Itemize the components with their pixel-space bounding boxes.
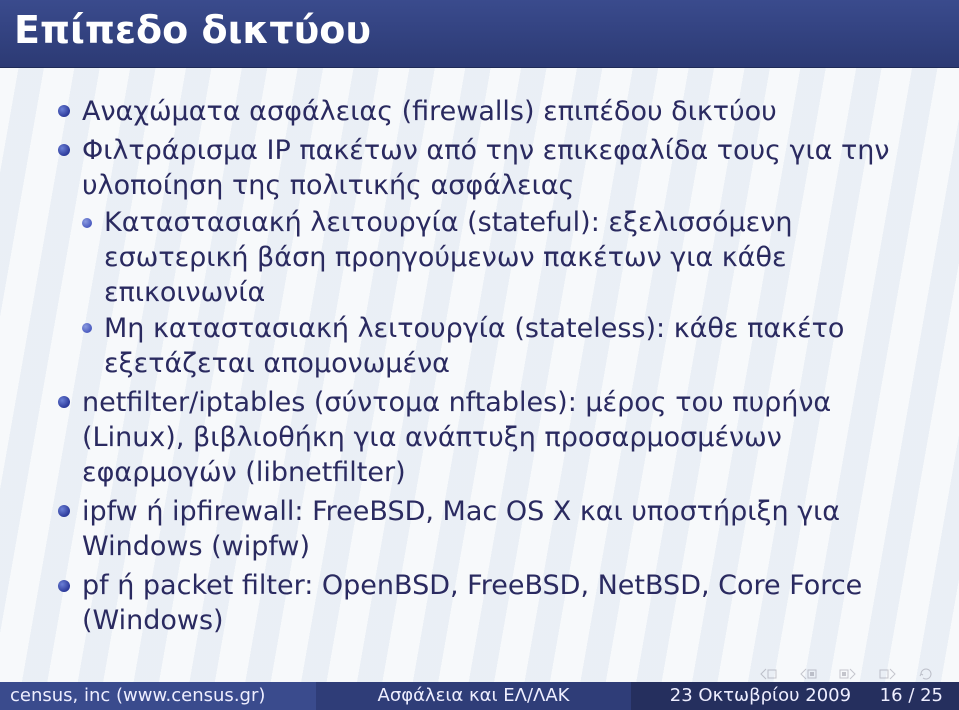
- bullet-text: ipfw ή ipfirewall: FreeBSD, Mac OS X και…: [82, 496, 840, 562]
- sub-bullet-item: Μη καταστασιακή λειτουργία (stateless): …: [82, 311, 923, 381]
- footer-right: 23 Οκτωβρίου 2009 16 / 25: [631, 682, 959, 710]
- bullet-item: Αναχώματα ασφάλειας (firewalls) επιπέδου…: [58, 94, 923, 129]
- sub-bullet-text: Καταστασιακή λειτουργία (stateful): εξελ…: [104, 207, 792, 308]
- footer-title: Ασφάλεια και ΕΛ/ΛΑΚ: [316, 682, 632, 710]
- bullet-list: Αναχώματα ασφάλειας (firewalls) επιπέδου…: [58, 94, 923, 638]
- beamer-nav: [759, 668, 933, 680]
- page-current: 16: [880, 685, 903, 706]
- bullet-text: Φιλτράρισμα IP πακέτων από την επικεφαλί…: [82, 135, 890, 201]
- nav-next-section-icon[interactable]: [839, 668, 857, 680]
- sub-bullet-item: Καταστασιακή λειτουργία (stateful): εξελ…: [82, 205, 923, 310]
- nav-refresh-icon[interactable]: [919, 668, 933, 680]
- bullet-item: ipfw ή ipfirewall: FreeBSD, Mac OS X και…: [58, 494, 923, 564]
- bullet-text: pf ή packet filter: OpenBSD, FreeBSD, Ne…: [82, 570, 862, 636]
- sub-bullet-text: Μη καταστασιακή λειτουργία (stateless): …: [104, 313, 844, 379]
- slide-body: Αναχώματα ασφάλειας (firewalls) επιπέδου…: [0, 68, 959, 638]
- nav-prev-section-icon[interactable]: [799, 668, 817, 680]
- footer: census, inc (www.census.gr) Ασφάλεια και…: [0, 682, 959, 710]
- page-sep: /: [908, 685, 920, 706]
- footer-author: census, inc (www.census.gr): [0, 682, 316, 710]
- bullet-text: Αναχώματα ασφάλειας (firewalls) επιπέδου…: [82, 96, 777, 127]
- bullet-text: netfilter/iptables (σύντομα nftables): μ…: [82, 387, 831, 488]
- slide: Επίπεδο δικτύου Αναχώματα ασφάλειας (fir…: [0, 0, 959, 710]
- sub-bullet-list: Καταστασιακή λειτουργία (stateful): εξελ…: [82, 205, 923, 380]
- bullet-item: pf ή packet filter: OpenBSD, FreeBSD, Ne…: [58, 568, 923, 638]
- nav-next-slide-icon[interactable]: [879, 668, 897, 680]
- bullet-item: Φιλτράρισμα IP πακέτων από την επικεφαλί…: [58, 133, 923, 381]
- slide-title: Επίπεδο δικτύου: [0, 0, 959, 68]
- bullet-item: netfilter/iptables (σύντομα nftables): μ…: [58, 385, 923, 490]
- footer-date: 23 Οκτωβρίου 2009: [670, 685, 851, 706]
- nav-prev-slide-icon[interactable]: [759, 668, 777, 680]
- page-total: 25: [920, 685, 943, 706]
